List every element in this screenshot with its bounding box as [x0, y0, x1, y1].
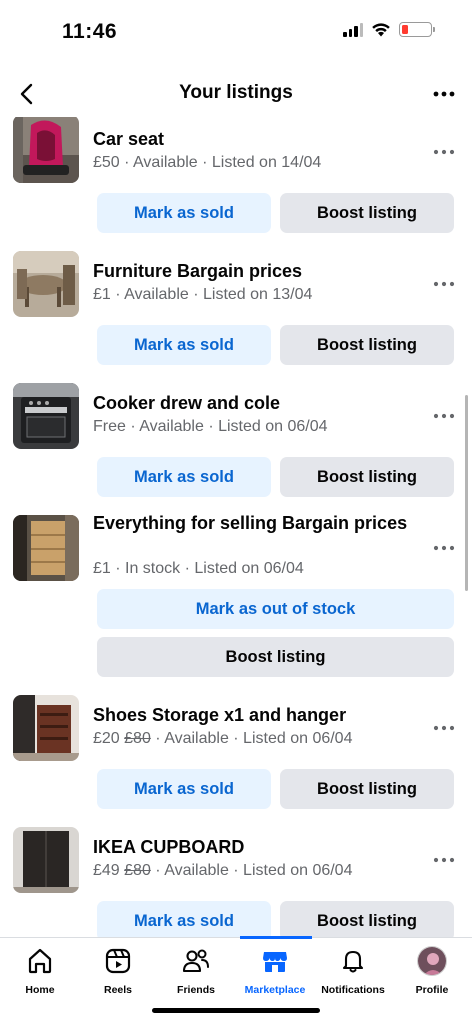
tab-label: Profile [415, 984, 449, 996]
mark-as-sold-button[interactable]: Mark as sold [97, 193, 271, 233]
listing-more-icon[interactable] [430, 718, 458, 738]
status-icons [343, 22, 435, 37]
boost-listing-button[interactable]: Boost listing [280, 193, 454, 233]
listing-thumbnail[interactable] [13, 827, 79, 893]
listing-status: · Available · Listed on 14/04 [119, 154, 322, 171]
listing-meta: £50 · Available · Listed on 14/04 [93, 154, 321, 172]
tab-home[interactable]: Home [0, 946, 80, 996]
cellular-signal-icon [343, 22, 363, 37]
tab-label: Home [25, 984, 55, 996]
listing-more-icon[interactable] [430, 274, 458, 294]
tab-friends[interactable]: Friends [156, 946, 236, 996]
home-indicator [152, 1008, 320, 1013]
tab-label: Notifications [321, 984, 385, 996]
listing-status: · Available · Listed on 13/04 [110, 286, 313, 303]
listing-meta: £49 £80 · Available · Listed on 06/04 [93, 862, 352, 880]
listing-title[interactable]: Shoes Storage x1 and hanger [93, 704, 423, 726]
listing-title[interactable]: Cooker drew and cole [93, 392, 423, 414]
wifi-icon [372, 23, 390, 37]
reels-icon [105, 948, 131, 974]
listing-status: · Available · Listed on 06/04 [150, 730, 353, 747]
listing-price: £1 [93, 560, 111, 577]
tab-notifications[interactable]: Notifications [313, 946, 393, 996]
listing-meta: £20 £80 · Available · Listed on 06/04 [93, 730, 352, 748]
listing-meta: £1 · In stock · Listed on 06/04 [93, 560, 304, 578]
listing-thumbnail[interactable] [13, 695, 79, 761]
listing-title[interactable]: Car seat [93, 128, 423, 150]
status-bar: 11:46 [0, 0, 472, 62]
boost-listing-button[interactable]: Boost listing [280, 901, 454, 937]
listing-original-price: £80 [124, 862, 151, 879]
mark-as-sold-button[interactable]: Mark as sold [97, 901, 271, 937]
mark-as-sold-button[interactable]: Mark as sold [97, 769, 271, 809]
listing-title[interactable]: IKEA CUPBOARD [93, 836, 423, 858]
status-time: 11:46 [62, 20, 118, 43]
listing-price: Free [93, 418, 126, 435]
listing-status: · In stock · Listed on 06/04 [110, 560, 304, 577]
active-tab-indicator [240, 936, 312, 939]
listing-more-icon[interactable] [430, 850, 458, 870]
listings-list[interactable]: Car seat £50 · Available · Listed on 14/… [0, 117, 472, 937]
header: Your listings [0, 72, 472, 116]
listing-title[interactable]: Furniture Bargain prices [93, 260, 423, 282]
bell-icon [342, 950, 364, 973]
boost-listing-button[interactable]: Boost listing [280, 325, 454, 365]
tab-label: Marketplace [244, 984, 306, 996]
mark-as-out-of-stock-button[interactable]: Mark as out of stock [97, 589, 454, 629]
mark-as-sold-button[interactable]: Mark as sold [97, 325, 271, 365]
listing-more-icon[interactable] [430, 406, 458, 426]
tab-label: Friends [177, 984, 215, 996]
tab-marketplace[interactable]: Marketplace [235, 946, 315, 996]
listing-thumbnail[interactable] [13, 383, 79, 449]
tab-label: Reels [103, 984, 133, 996]
listing-status: · Available · Listed on 06/04 [125, 418, 328, 435]
tab-reels[interactable]: Reels [78, 946, 158, 996]
avatar [417, 946, 447, 976]
listing-thumbnail[interactable] [13, 251, 79, 317]
listing-meta: Free · Available · Listed on 06/04 [93, 418, 328, 436]
listing-price: £20 [93, 730, 120, 747]
battery-icon [399, 22, 435, 37]
listing-original-price: £80 [124, 730, 151, 747]
friends-icon [182, 949, 209, 973]
marketplace-icon [263, 952, 287, 972]
scrollbar[interactable] [465, 395, 468, 591]
listing-price: £50 [93, 154, 120, 171]
listing-price: £1 [93, 286, 111, 303]
mark-as-sold-button[interactable]: Mark as sold [97, 457, 271, 497]
tab-profile[interactable]: Profile [392, 946, 472, 996]
home-icon [28, 948, 52, 974]
more-options-icon[interactable] [430, 80, 458, 108]
listing-price: £49 [93, 862, 120, 879]
boost-listing-button[interactable]: Boost listing [280, 457, 454, 497]
boost-listing-button[interactable]: Boost listing [97, 637, 454, 677]
listing-more-icon[interactable] [430, 538, 458, 558]
listing-thumbnail[interactable] [13, 117, 79, 183]
boost-listing-button[interactable]: Boost listing [280, 769, 454, 809]
listing-status: · Available · Listed on 06/04 [150, 862, 353, 879]
page-title: Your listings [179, 82, 293, 103]
listing-meta: £1 · Available · Listed on 13/04 [93, 286, 312, 304]
listing-more-icon[interactable] [430, 142, 458, 162]
listing-title[interactable]: Everything for selling Bargain prices [93, 512, 423, 534]
listing-thumbnail[interactable] [13, 515, 79, 581]
